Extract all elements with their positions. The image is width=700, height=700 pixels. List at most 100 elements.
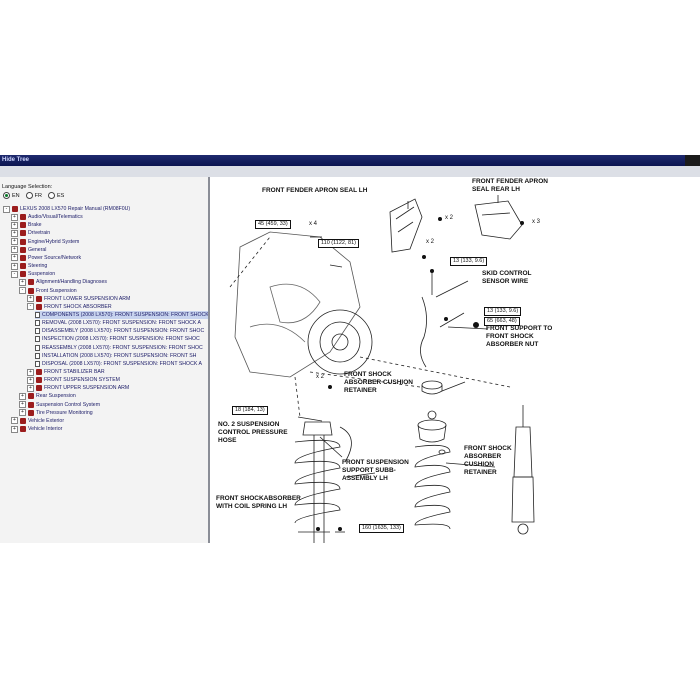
navigation-tree-pane: Language Selection: EN FR ES - LEXUS 2008… (0, 177, 210, 543)
torque-spec-4: 13 (133, 9.6) (484, 307, 522, 316)
tree-document-item[interactable]: DISPOSAL (2008 LX570): FRONT SUSPENSION:… (35, 360, 202, 368)
expand-icon[interactable]: + (19, 409, 26, 417)
suspension-illustration (229, 195, 535, 543)
expand-icon[interactable]: + (11, 213, 18, 221)
tree-folder-item[interactable]: + Audio/Visual/Telematics (11, 213, 83, 221)
quantity-x4: x 4 (309, 221, 318, 227)
tree-item-label: Front Suspension (36, 287, 77, 294)
tree-item-label: INSPECTION (2008 LX570): FRONT SUSPENSIO… (42, 336, 200, 343)
torque-spec-1: 45 (459, 33) (255, 220, 291, 229)
label-cushion-retainer: FRONT SHOCK ABSORBER CUSHION RETAINER (344, 371, 413, 394)
tree-folder-item[interactable]: + FRONT STABILIZER BAR (27, 368, 105, 376)
tree-folder-item[interactable]: + Suspension Control System (19, 401, 100, 409)
tree-folder-item[interactable]: + Steering (11, 262, 47, 270)
tree-folder-item[interactable]: - Front Suspension (19, 287, 77, 295)
book-icon (28, 393, 34, 400)
expand-icon[interactable]: + (11, 417, 18, 425)
tree-folder-item[interactable]: + Tire Pressure Monitoring (19, 409, 93, 417)
expand-icon[interactable]: + (19, 401, 26, 409)
tree-item-label: DISPOSAL (2008 LX570): FRONT SUSPENSION:… (42, 360, 202, 367)
document-icon (35, 344, 40, 351)
expand-icon[interactable]: + (11, 221, 18, 229)
tree-folder-item[interactable]: - FRONT SHOCK ABSORBER (27, 303, 112, 311)
tree-folder-item[interactable]: + FRONT SUSPENSION SYSTEM (27, 376, 120, 384)
window-titlebar: Hide Tree (0, 155, 700, 166)
tree-item-label: COMPONENTS (2008 LX570): FRONT SUSPENSIO… (42, 311, 209, 318)
tree-item-label: Engine/Hybrid System (28, 238, 80, 245)
tree-folder-item[interactable]: + Vehicle Interior (11, 425, 62, 433)
tree-folder-item[interactable]: + Power Source/Network (11, 254, 81, 262)
tree-folder-item[interactable]: + General (11, 246, 46, 254)
expand-icon[interactable]: + (27, 368, 34, 376)
book-icon (36, 385, 42, 392)
radio-selected-icon[interactable] (3, 192, 10, 199)
tree-item-label: FRONT SHOCK ABSORBER (44, 303, 112, 310)
expand-icon[interactable]: + (27, 295, 34, 303)
tree-item-label: Suspension (28, 271, 56, 278)
expand-icon[interactable]: + (11, 238, 18, 246)
hide-tree-button[interactable]: Hide Tree (2, 157, 29, 163)
tree-document-item[interactable]: REASSEMBLY (2008 LX570): FRONT SUSPENSIO… (35, 344, 203, 352)
language-option-fr[interactable]: FR (25, 192, 42, 199)
book-icon (20, 238, 26, 245)
tree-document-item[interactable]: INSPECTION (2008 LX570): FRONT SUSPENSIO… (35, 335, 200, 343)
expand-icon[interactable]: + (27, 384, 34, 392)
tree-document-item[interactable]: DISASSEMBLY (2008 LX570): FRONT SUSPENSI… (35, 327, 204, 335)
tree-item-label: FRONT LOWER SUSPENSION ARM (44, 295, 131, 302)
expand-icon[interactable]: + (19, 278, 26, 286)
tree-folder-item[interactable]: + FRONT UPPER SUSPENSION ARM (27, 384, 129, 392)
tree-folder-item[interactable]: - LEXUS 2008 LX570 Repair Manual (RM08F0U… (3, 205, 130, 213)
collapse-icon[interactable]: - (3, 205, 10, 213)
document-icon (35, 311, 40, 318)
expand-icon[interactable]: + (11, 246, 18, 254)
tree-item-label: Vehicle Interior (28, 426, 63, 433)
label-suspension-support-subassembly: FRONT SUSPENSION SUPPORT SUBB- ASSEMBLY … (342, 459, 409, 482)
tree-folder-item[interactable]: - Suspension (11, 270, 55, 278)
book-icon (20, 222, 26, 229)
tree-item-label: General (28, 246, 47, 253)
book-icon (20, 246, 26, 253)
language-option-es[interactable]: ES (47, 192, 64, 199)
tree-document-item[interactable]: REMOVAL (2008 LX570): FRONT SUSPENSION: … (35, 319, 201, 327)
tree-item-label: Rear Suspension (36, 393, 76, 400)
radio-icon[interactable] (25, 192, 33, 199)
expand-icon[interactable]: + (11, 254, 18, 262)
collapse-icon[interactable]: - (11, 270, 18, 278)
tree-folder-item[interactable]: + Brake (11, 221, 42, 229)
tree-folder-item[interactable]: + Engine/Hybrid System (11, 238, 79, 246)
label-fender-apron-seal-rear-lh: FRONT FENDER APRON SEAL REAR LH (472, 178, 548, 193)
tree-item-label: FRONT STABILIZER BAR (44, 369, 105, 375)
titlebar-corner (685, 155, 700, 166)
expand-icon[interactable]: + (19, 392, 26, 400)
expand-icon[interactable]: + (11, 262, 18, 270)
label-skid-control-sensor-wire: SKID CONTROL SENSOR WIRE (482, 270, 532, 285)
tree-document-item[interactable]: COMPONENTS (2008 LX570): FRONT SUSPENSIO… (35, 310, 209, 319)
tree-folder-item[interactable]: + Alignment/Handling Diagnoses (19, 278, 107, 286)
expand-icon[interactable]: + (11, 229, 18, 237)
collapse-icon[interactable]: - (27, 303, 34, 311)
torque-spec-2: 110 (1122, 81) (318, 239, 359, 248)
tree-item-label: Suspension Control System (36, 401, 101, 408)
collapse-icon[interactable]: - (19, 287, 26, 294)
tree-document-item[interactable]: INSTALLATION (2008 LX570): FRONT SUSPENS… (35, 352, 196, 360)
torque-spec-3: 13 (133, 9.6) (450, 257, 488, 266)
radio-icon[interactable] (47, 192, 55, 199)
language-options: EN FR ES (3, 192, 64, 199)
tree-folder-item[interactable]: + Vehicle Exterior (11, 417, 64, 425)
expand-icon[interactable]: + (27, 376, 34, 384)
tree-item-label: REASSEMBLY (2008 LX570): FRONT SUSPENSIO… (42, 344, 203, 351)
quantity-x2-wire: x 2 (426, 239, 435, 245)
book-icon (20, 214, 26, 221)
tree-item-label: LEXUS 2008 LX570 Repair Manual (RM08F0U) (20, 206, 131, 212)
book-icon (36, 369, 42, 375)
tree-item-label: FRONT SUSPENSION SYSTEM (44, 377, 120, 384)
document-icon (35, 352, 40, 359)
label-fender-apron-seal-lh: FRONT FENDER APRON SEAL LH (262, 187, 368, 194)
book-icon (28, 401, 34, 408)
language-option-en[interactable]: EN (3, 192, 20, 199)
book-icon (36, 377, 42, 384)
expand-icon[interactable]: + (11, 425, 18, 433)
tree-folder-item[interactable]: + Rear Suspension (19, 392, 76, 400)
tree-folder-item[interactable]: + Drivetrain (11, 229, 50, 237)
tree-folder-item[interactable]: + FRONT LOWER SUSPENSION ARM (27, 295, 130, 303)
